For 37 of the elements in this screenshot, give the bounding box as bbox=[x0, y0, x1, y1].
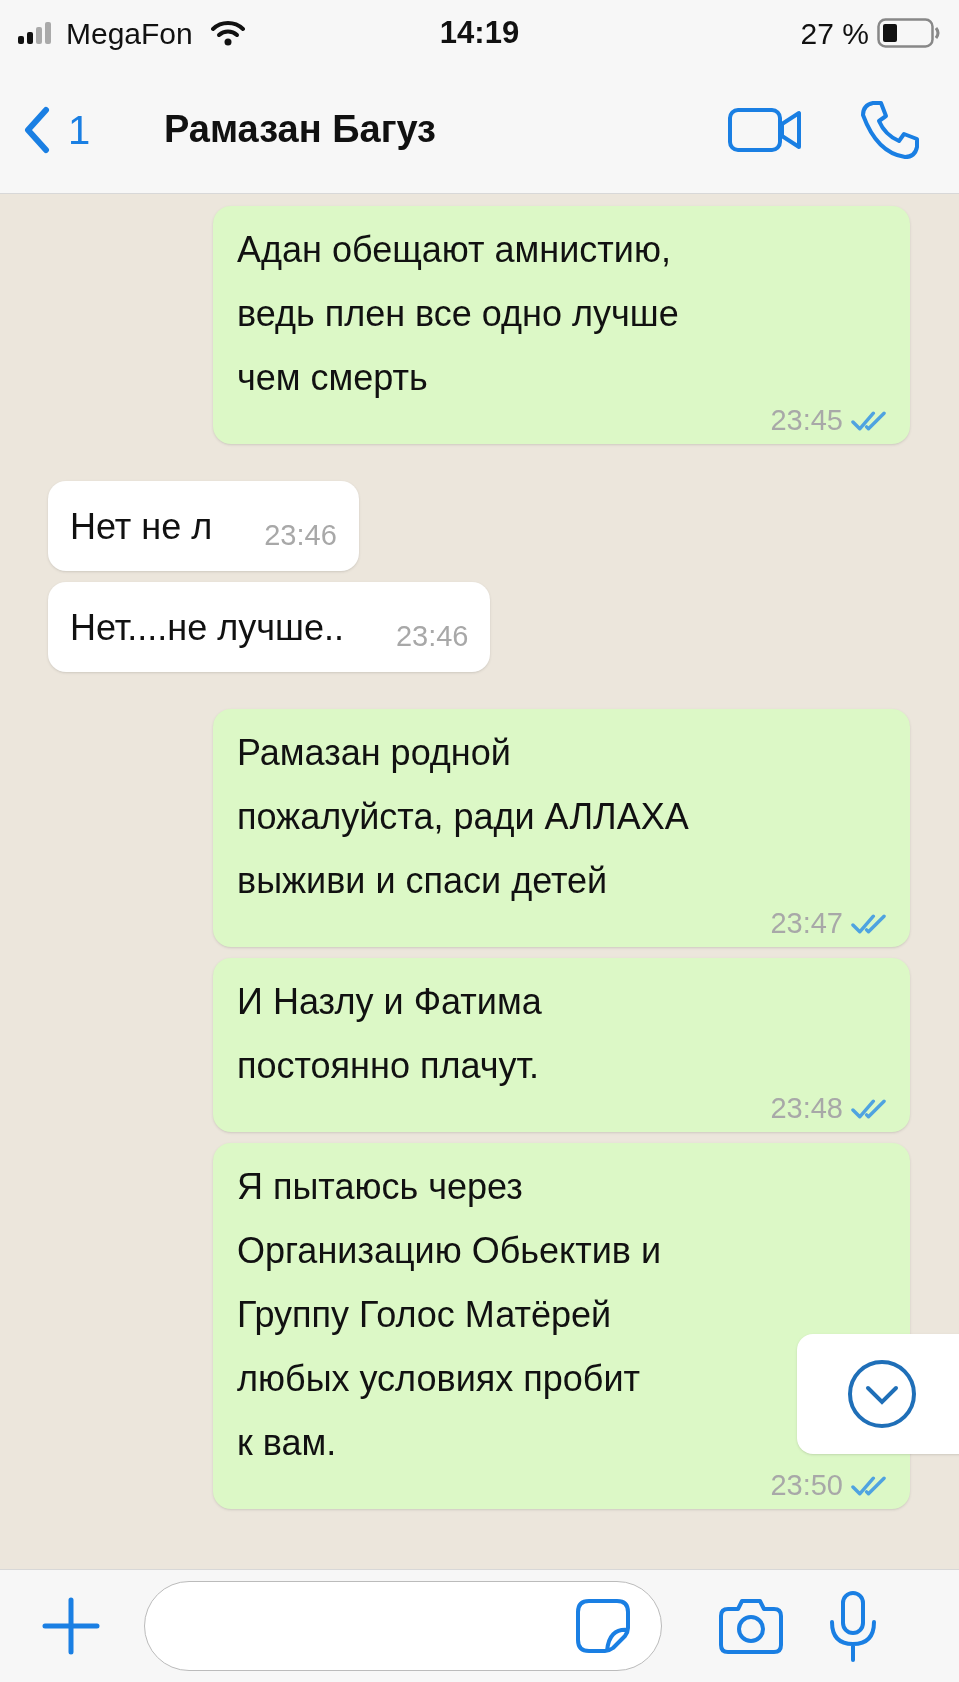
contact-name[interactable]: Рамазан Багуз bbox=[164, 101, 727, 158]
phone-icon[interactable] bbox=[859, 98, 921, 161]
message-time: 23:45 bbox=[770, 403, 843, 439]
chevron-down-circle-icon bbox=[846, 1358, 918, 1430]
message-time: 23:46 bbox=[395, 618, 469, 654]
message-time: 23:50 bbox=[770, 1468, 843, 1504]
message-text-line: постоянно плачут. bbox=[237, 1044, 539, 1088]
message-text-line: выживи и спаси детей bbox=[237, 859, 608, 903]
message-text-line: ведь плен все одно лучше bbox=[237, 292, 679, 336]
scroll-down-button[interactable] bbox=[797, 1334, 959, 1454]
message-text-line: любых условиях пробит bbox=[237, 1357, 640, 1401]
plus-icon[interactable] bbox=[42, 1597, 100, 1655]
message-time: 23:46 bbox=[264, 517, 337, 553]
back-chevron-icon bbox=[24, 105, 50, 154]
back-button[interactable]: 1 bbox=[24, 99, 164, 160]
video-call-icon[interactable] bbox=[727, 105, 803, 154]
message-time: 23:48 bbox=[770, 1091, 843, 1127]
sticker-icon[interactable] bbox=[575, 1598, 631, 1654]
message-text-line: Рамазан родной bbox=[237, 731, 511, 775]
wifi-icon bbox=[210, 20, 245, 46]
message-text-line: Адан обещают амнистию, bbox=[237, 228, 671, 272]
message-text-line: Группу Голос Матёрей bbox=[237, 1293, 612, 1337]
carrier-name: MegaFon bbox=[66, 15, 193, 52]
message-text-line: Я пытаюсь через bbox=[237, 1165, 523, 1209]
microphone-icon[interactable] bbox=[828, 1590, 878, 1662]
message-time: 23:47 bbox=[770, 906, 843, 942]
message-text-line: И Назлу и Фатима bbox=[237, 980, 542, 1024]
camera-icon[interactable] bbox=[718, 1597, 784, 1655]
battery-icon bbox=[877, 18, 941, 48]
message-text-line: к вам. bbox=[237, 1421, 337, 1465]
message-text-line: Нет....не лучше.. bbox=[70, 606, 344, 650]
message-text-line: чем смерть bbox=[237, 356, 428, 400]
message-text-line: Организацию Обьектив и bbox=[237, 1229, 662, 1273]
message-text-line: Нет не л bbox=[70, 505, 213, 549]
message-text-line: пожалуйста, ради АЛЛАХА bbox=[237, 795, 689, 839]
clock-time: 14:19 bbox=[439, 13, 520, 52]
battery-percent: 27 % bbox=[800, 15, 869, 52]
